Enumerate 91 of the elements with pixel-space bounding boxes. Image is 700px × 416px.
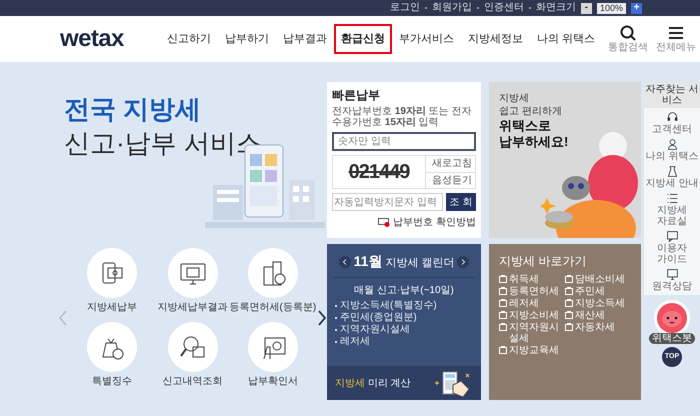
- tax-icon: [499, 323, 507, 331]
- tax-shortcut-link[interactable]: 지역자원시설세: [499, 322, 563, 344]
- zoom-level: 100%: [596, 2, 626, 14]
- tax-item: 지역자원시설세: [340, 324, 410, 336]
- promo-banner[interactable]: 지방세 쉽고 편리하게 위택스로 납부하세요!: [489, 82, 641, 238]
- menu-button[interactable]: 전체메뉴: [656, 25, 696, 53]
- next-month-icon: [457, 256, 469, 268]
- quick-service-link[interactable]: 원격상담: [652, 281, 692, 292]
- nav-tab[interactable]: 납부하기: [218, 24, 276, 54]
- quick-service-link[interactable]: 나의 위택스: [646, 151, 698, 162]
- tax-shortcut-link[interactable]: 취득세: [499, 274, 563, 285]
- nav-tab[interactable]: 나의 위택스: [530, 24, 602, 54]
- tax-shortcut-link[interactable]: 지방교육세: [499, 345, 563, 356]
- tax-icon: [565, 287, 573, 295]
- quick-service-link[interactable]: 지방세 자료실: [644, 205, 700, 227]
- service-label[interactable]: 신고내역조회: [162, 376, 222, 388]
- service-icon: [666, 165, 678, 178]
- nav-tab[interactable]: 납부결과: [276, 24, 334, 54]
- nav-tab[interactable]: 지방세정보: [461, 24, 530, 54]
- service-button[interactable]: [168, 322, 218, 372]
- bear-face-icon: [660, 309, 684, 327]
- calendar-title: 지방세 캘린더: [385, 256, 454, 271]
- banner-headline: 납부하세요!: [499, 134, 570, 150]
- chatbot-label: 위택스봇: [649, 333, 695, 344]
- search-button[interactable]: 조 회: [446, 193, 476, 211]
- tax-calculator-link[interactable]: 지방세 미리 계산: [327, 366, 481, 400]
- service-label[interactable]: 지방세납부: [87, 302, 138, 314]
- tax-item: 주민세(종업원분): [340, 312, 417, 324]
- utility-link[interactable]: 화면크기: [536, 3, 576, 13]
- logo[interactable]: wetax: [60, 21, 156, 57]
- banner-headline: 위택스로: [499, 118, 552, 134]
- tax-icon: [499, 287, 507, 295]
- tax-shortcut-link[interactable]: 지방소득세: [565, 298, 631, 309]
- service-icon: [666, 268, 678, 281]
- service-icon: [666, 138, 678, 151]
- quick-service-link[interactable]: 지방세 안내: [646, 178, 698, 189]
- instruction-text: 전자납부번호 19자리 또는 전자수용가번호 15자리 입력: [332, 106, 472, 128]
- tax-shortcut-link[interactable]: 등록면허세: [499, 286, 563, 297]
- service-label[interactable]: 지방세납부결과: [158, 302, 228, 314]
- nav-tab[interactable]: 신고하기: [160, 24, 218, 54]
- captcha-image: 021449: [348, 160, 411, 185]
- previous-month-icon: [339, 256, 351, 268]
- captcha-input-field[interactable]: 자동입력방지문자 입력: [332, 193, 443, 211]
- banner-text: 쉽고 편리하게: [499, 105, 563, 118]
- tax-shortcut-link[interactable]: 지방소비세: [499, 310, 563, 321]
- utility-link[interactable]: 로그인: [390, 3, 420, 13]
- search-icon: [620, 25, 636, 41]
- panel-title: 지방세 바로가기: [499, 253, 588, 270]
- service-icon: [666, 111, 678, 124]
- calendar-subtitle: 매월 신고·납부(~10일): [353, 284, 455, 298]
- audio-button[interactable]: 음성듣기: [426, 172, 475, 188]
- quick-service-link[interactable]: 고객센터: [652, 124, 692, 135]
- calendar-month: 11월: [354, 252, 382, 271]
- tax-shortcut-link[interactable]: 담배소비세: [565, 274, 631, 285]
- utility-link[interactable]: 회원가입: [432, 3, 472, 13]
- tax-icon: [499, 346, 507, 354]
- tax-icon: [499, 275, 507, 283]
- number-input-field[interactable]: 숫자만 입력: [332, 132, 476, 151]
- nav-tab[interactable]: 부가서비스: [392, 24, 461, 54]
- tax-shortcut-link[interactable]: 레저세: [499, 298, 563, 309]
- service-button[interactable]: [168, 248, 218, 298]
- menu-icon: [668, 25, 684, 41]
- service-icon: [666, 230, 678, 243]
- card-icon: [378, 218, 390, 227]
- tax-icon: [565, 323, 573, 331]
- tax-icon: [565, 275, 573, 283]
- tax-item: 레저세: [340, 336, 370, 348]
- service-label[interactable]: 납부확인서: [248, 376, 298, 388]
- tax-shortcut-link[interactable]: 자동차세: [565, 322, 631, 344]
- help-link[interactable]: 납부번호 확인방법: [332, 215, 476, 230]
- hero-title: 전국 지방세: [64, 93, 202, 126]
- panel-title: 자주찾는 서비스: [644, 82, 700, 108]
- tax-icon: [499, 299, 507, 307]
- search-button[interactable]: 통합검색: [608, 25, 648, 53]
- tax-shortcut-link[interactable]: 주민세: [565, 286, 631, 297]
- quick-service-link[interactable]: 이용자 가이드: [644, 243, 700, 265]
- tax-icon: [565, 299, 573, 307]
- service-icon: [666, 192, 678, 205]
- zoom-out-button[interactable]: -: [580, 2, 592, 14]
- service-label[interactable]: 등록면허세(등록분): [230, 302, 316, 314]
- tax-shortcut-link[interactable]: 재산세: [565, 310, 631, 321]
- panel-title: 빠른납부: [332, 88, 381, 102]
- nav-tab[interactable]: 환급신청: [334, 24, 392, 54]
- tax-item: 지방소득세(특별징수): [340, 300, 437, 312]
- banner-text: 지방세: [499, 92, 530, 105]
- tax-icon: [499, 311, 507, 319]
- tax-icon: [565, 311, 573, 319]
- utility-link[interactable]: 인증센터: [484, 3, 524, 13]
- service-label[interactable]: 특별징수: [92, 376, 132, 388]
- refresh-button[interactable]: 새로고침: [426, 156, 475, 172]
- zoom-in-button[interactable]: +: [631, 2, 642, 14]
